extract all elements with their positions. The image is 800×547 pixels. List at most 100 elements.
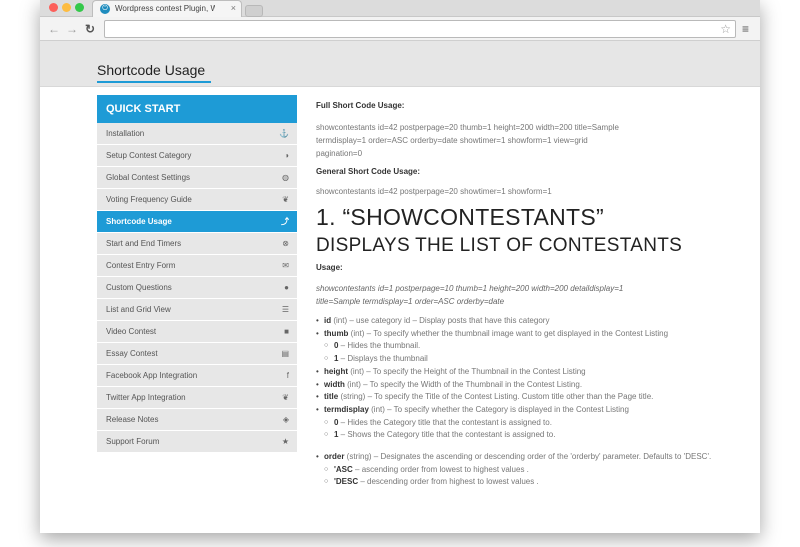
section-heading: 1. “SHOWCONTESTANTS” [316, 204, 604, 230]
sidebar-item-label: Twitter App Integration [106, 393, 186, 402]
sidebar-item-label: Setup Contest Category [106, 151, 192, 160]
sidebar-item-label: Video Contest [106, 327, 157, 336]
browser-menu-icon[interactable]: ≡ [742, 22, 749, 36]
order-parameter-list: order (string) – Designates the ascendin… [316, 451, 736, 489]
bookmark-star-icon[interactable]: ☆ [720, 21, 731, 37]
sidebar-item[interactable]: Essay Contest ▤ [97, 343, 297, 365]
usage-example-line: showcontestants id=1 postperpage=10 thum… [316, 284, 624, 293]
sidebar-item[interactable]: Start and End Timers ⊗ [97, 233, 297, 255]
share-icon: ⤴ [281, 217, 289, 226]
leaf-icon: ❦ [282, 195, 289, 204]
sidebar-item[interactable]: Facebook App Integration f [97, 365, 297, 387]
parameter-name: thumb [324, 328, 349, 338]
parameter-description: (int) – use category id – Display posts … [331, 316, 550, 325]
browser-toolbar: ← → ↻ ☆ ≡ [40, 17, 760, 41]
sidebar-item-label: Support Forum [106, 437, 160, 446]
sidebar-item[interactable]: Support Forum ★ [97, 431, 297, 453]
parameter-name: order [324, 452, 345, 462]
usage-label: Usage: [316, 263, 343, 272]
tab-close-icon[interactable]: × [231, 3, 236, 13]
reload-button[interactable]: ↻ [85, 21, 95, 37]
close-window-button[interactable] [49, 3, 58, 12]
title-underline [97, 81, 211, 83]
parameter-item: thumb (int) – To specify whether the thu… [316, 328, 736, 341]
sidebar-item-label: Global Contest Settings [106, 173, 191, 182]
parameter-description: (int) – To specify whether the Category … [368, 404, 629, 414]
comment-icon: ● [284, 283, 289, 292]
parameter-description: – descending order from highest to lowes… [358, 477, 539, 487]
anchor-icon: ⚓ [279, 129, 289, 138]
parameter-description: (string) – Designates the ascending or d… [344, 452, 712, 462]
timer-icon: ⊗ [282, 239, 289, 248]
tab-title: Wordpress contest Plugin, W [115, 4, 215, 13]
page-title: Shortcode Usage [97, 62, 206, 78]
general-usage-line: showcontestants id=42 postperpage=20 sho… [316, 187, 552, 196]
sidebar-item[interactable]: Setup Contest Category ◑ [97, 145, 297, 167]
sidebar-item[interactable]: Shortcode Usage ⤴ [97, 211, 297, 233]
maximize-window-button[interactable] [75, 3, 84, 12]
parameter-name: height [324, 366, 348, 376]
back-button[interactable]: ← [48, 21, 60, 37]
parameter-item: termdisplay (int) – To specify whether t… [316, 404, 736, 417]
parameter-option: 1 – Displays the thumbnail [316, 353, 736, 366]
sidebar-list: Installation ⚓ Setup Contest Category ◑ Glob… [97, 123, 297, 453]
parameter-list: id (int) – use category id – Display pos… [316, 315, 736, 442]
parameter-description: – Hides the Category title that the cont… [338, 417, 552, 427]
sidebar-item-label: Voting Frequency Guide [106, 195, 192, 204]
parameter-option: 'DESC – descending order from highest to… [316, 476, 736, 489]
full-usage-line: termdisplay=1 order=ASC orderby=date sho… [316, 136, 588, 145]
forward-button[interactable]: → [66, 21, 78, 37]
page-header: Shortcode Usage [40, 41, 760, 87]
full-usage-line: pagination=0 [316, 149, 363, 158]
facebook-icon: f [286, 371, 289, 380]
parameter-description: – ascending order from lowest to highest… [352, 464, 529, 474]
browser-tab[interactable]: ⏻ Wordpress contest Plugin, W × [92, 0, 242, 17]
address-bar[interactable]: ☆ [104, 20, 736, 38]
shield-icon: ◈ [282, 415, 289, 424]
parameter-item: id (int) – use category id – Display pos… [316, 315, 736, 328]
sidebar-item-label: Release Notes [106, 415, 159, 424]
parameter-item: width (int) – To specify the Width of th… [316, 379, 736, 392]
section-subheading: DISPLAYS THE LIST OF CONTESTANTS [316, 235, 683, 256]
parameter-description: (string) – To specify the Title of the C… [338, 392, 654, 402]
sidebar: QUICK START Installation ⚓ Setup Contest C… [97, 95, 297, 453]
parameter-item: order (string) – Designates the ascendin… [316, 451, 736, 464]
sidebar-item-label: Shortcode Usage [106, 217, 172, 226]
parameter-description: – Hides the thumbnail. [338, 341, 421, 351]
star-icon: ★ [281, 437, 289, 446]
twitter-icon: ❦ [282, 393, 289, 402]
parameter-description: – Displays the thumbnail [338, 354, 428, 364]
envelope-icon: ✉ [282, 261, 289, 270]
general-usage-label: General Short Code Usage: [316, 167, 421, 176]
page: Shortcode Usage QUICK START Installation… [40, 41, 760, 533]
usage-example-line: title=Sample termdisplay=1 order=ASC ord… [316, 297, 505, 306]
sidebar-item[interactable]: Contest Entry Form ✉ [97, 255, 297, 277]
sidebar-item-label: Start and End Timers [106, 239, 182, 248]
parameter-name: width [324, 379, 345, 389]
sidebar-item[interactable]: Global Contest Settings ◍ [97, 167, 297, 189]
file-icon: ▤ [281, 349, 289, 358]
sidebar-item[interactable]: List and Grid View ☰ [97, 299, 297, 321]
sidebar-item[interactable]: Video Contest ■ [97, 321, 297, 343]
sidebar-item[interactable]: Voting Frequency Guide ❦ [97, 189, 297, 211]
sidebar-item[interactable]: Custom Questions ● [97, 277, 297, 299]
parameter-item: height (int) – To specify the Height of … [316, 366, 736, 379]
parameter-description: (int) – To specify the Width of the Thum… [344, 379, 583, 389]
power-icon: ⏻ [100, 4, 110, 14]
parameter-description: (int) – To specify whether the thumbnail… [348, 328, 669, 338]
sidebar-item[interactable]: Twitter App Integration ❦ [97, 387, 297, 409]
sidebar-item-label: Essay Contest [106, 349, 158, 358]
video-icon: ■ [284, 327, 289, 336]
parameter-option: 0 – Hides the thumbnail. [316, 340, 736, 353]
parameter-item: title (string) – To specify the Title of… [316, 391, 736, 404]
parameter-option: 1 – Shows the Category title that the co… [316, 429, 736, 442]
sidebar-item[interactable]: Release Notes ◈ [97, 409, 297, 431]
minimize-window-button[interactable] [62, 3, 71, 12]
new-tab-button[interactable] [245, 5, 263, 17]
parameter-name: 'ASC [334, 464, 353, 474]
list-icon: ☰ [281, 305, 289, 314]
full-usage-line: showcontestants id=42 postperpage=20 thu… [316, 123, 619, 132]
sidebar-item[interactable]: Installation ⚓ [97, 123, 297, 145]
sidebar-item-label: Custom Questions [106, 283, 172, 292]
browser-window: ⏻ Wordpress contest Plugin, W × ← → ↻ ☆ … [40, 0, 760, 533]
